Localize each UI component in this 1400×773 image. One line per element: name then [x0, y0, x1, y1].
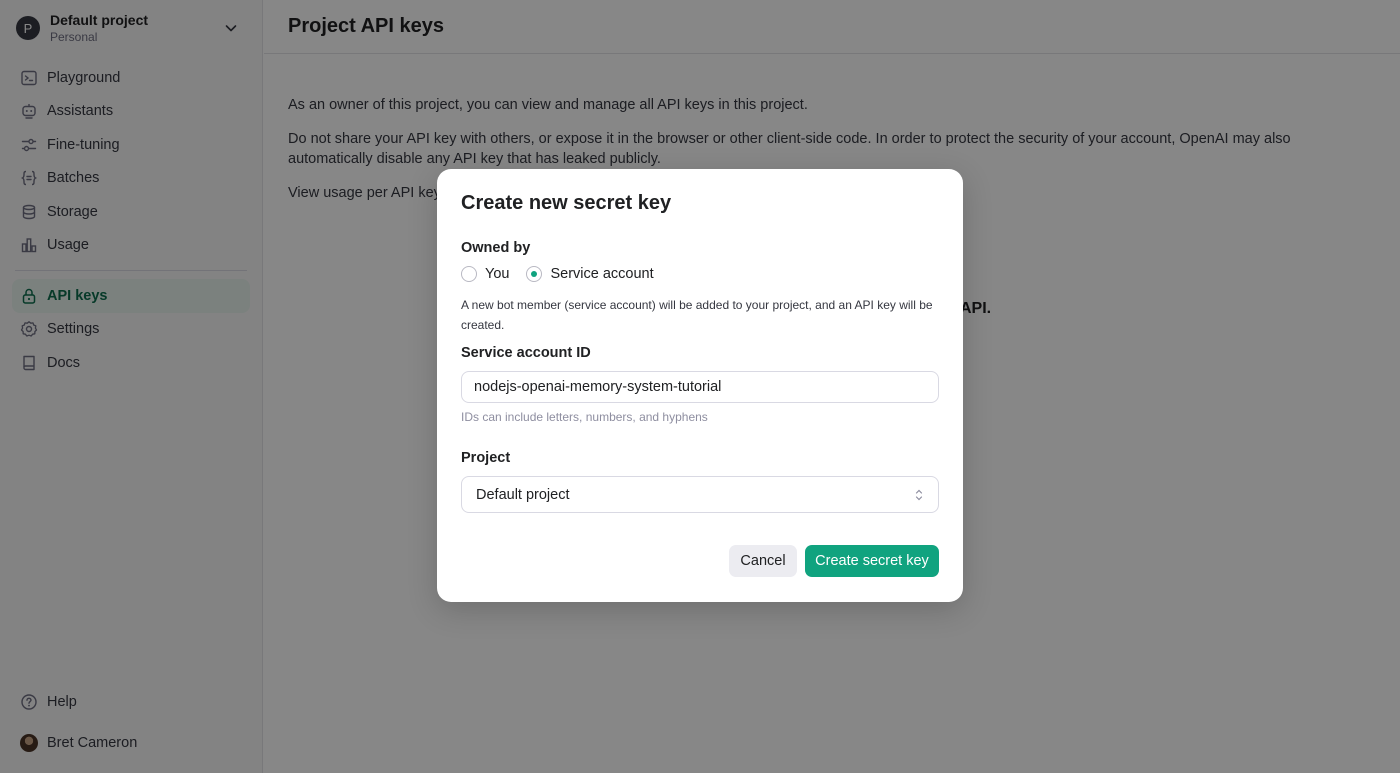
project-select[interactable]: Default project — [461, 476, 939, 513]
create-key-dialog: Create new secret key Owned by You Servi… — [437, 169, 963, 602]
cancel-button[interactable]: Cancel — [729, 545, 797, 577]
owner-helper-text: A new bot member (service account) will … — [461, 298, 933, 332]
owner-option-service-label[interactable]: Service account — [550, 266, 653, 282]
service-id-input[interactable] — [461, 371, 939, 403]
dialog-title: Create new secret key — [461, 192, 672, 214]
create-secret-key-button[interactable]: Create secret key — [805, 545, 939, 577]
select-arrows-icon — [915, 489, 923, 501]
owned-by-label: Owned by — [461, 240, 531, 256]
owner-option-you-label[interactable]: You — [485, 266, 509, 282]
project-select-value: Default project — [476, 486, 570, 503]
owner-radio-group: You Service account — [461, 266, 671, 282]
service-id-label: Service account ID — [461, 345, 591, 361]
project-label: Project — [461, 450, 511, 466]
owner-radio-service-account[interactable] — [526, 266, 543, 282]
owner-radio-you[interactable] — [461, 266, 477, 282]
service-id-hint: IDs can include letters, numbers, and hy… — [461, 410, 708, 424]
